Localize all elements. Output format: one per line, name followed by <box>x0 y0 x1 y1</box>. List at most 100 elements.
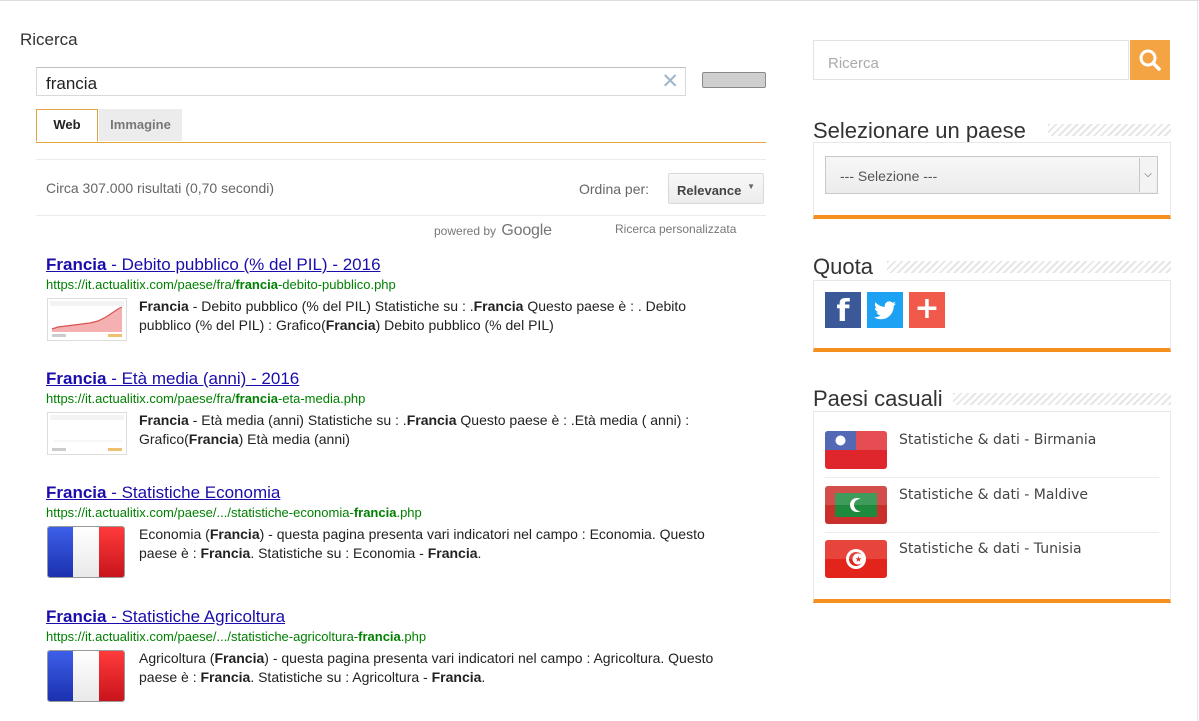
search-input-value[interactable]: francia <box>46 74 97 94</box>
sidebar-search-button[interactable] <box>1130 40 1170 80</box>
result-title-bold[interactable]: Francia <box>46 607 106 626</box>
search-result: Francia - Età media (anni) - 2016 https:… <box>46 369 766 455</box>
powered-by-label: powered by <box>434 224 497 238</box>
snippet-text: - Debito pubblico (% del PIL) Statistich… <box>188 298 474 314</box>
snippet-highlight: Francia <box>209 526 260 542</box>
result-url-part: https://it.actualitix.com/paese/fra/ <box>46 391 236 406</box>
result-snippet: Agricoltura (Francia) - questa pagina pr… <box>139 649 739 687</box>
title-decoration <box>953 393 1171 405</box>
result-snippet: Francia - Debito pubblico (% del PIL) St… <box>139 297 739 335</box>
facebook-icon: f <box>836 294 850 329</box>
result-thumbnail[interactable] <box>47 412 127 460</box>
result-url-bold: francia <box>235 277 278 292</box>
result-thumbnail[interactable] <box>47 526 125 578</box>
snippet-text: . <box>477 545 482 561</box>
title-decoration <box>887 261 1171 273</box>
facebook-share-button[interactable]: f <box>825 292 861 329</box>
more-share-button[interactable]: + <box>909 292 945 328</box>
random-country-label[interactable]: Statistiche & dati - Tunisia <box>899 541 1082 557</box>
result-title-bold[interactable]: Francia <box>46 483 106 502</box>
snippet-text: - Età media (anni) Statistiche su : . <box>188 412 407 428</box>
result-title-link[interactable]: Francia - Statistiche Economia <box>46 483 766 503</box>
result-title-bold[interactable]: Francia <box>46 255 106 274</box>
result-url-part: -debito-pubblico.php <box>277 277 396 292</box>
result-title-text[interactable]: - Debito pubblico (% del PIL) - 2016 <box>106 255 380 274</box>
snippet-highlight: Francia <box>139 298 189 314</box>
snippet-highlight: Francia <box>431 669 482 685</box>
snippet-text: Agricoltura ( <box>139 650 215 666</box>
random-countries-title: Paesi casuali <box>813 386 943 411</box>
snippet-text: Economia ( <box>139 526 210 542</box>
random-country-item[interactable]: Statistiche & dati - Birmania <box>825 430 1159 472</box>
snippet-highlight: Francia <box>200 669 251 685</box>
result-title-link[interactable]: Francia - Età media (anni) - 2016 <box>46 369 766 389</box>
sidebar-search-placeholder: Ricerca <box>828 55 879 72</box>
snippet-highlight: Francia <box>214 650 265 666</box>
share-title: Quota <box>813 254 873 279</box>
result-url-part: -eta-media.php <box>277 391 366 406</box>
search-button[interactable] <box>702 72 766 88</box>
sort-select[interactable]: Relevance ▼ <box>668 173 764 204</box>
divider <box>36 215 766 216</box>
result-url-part: https://it.actualitix.com/paese/.../stat… <box>46 629 359 644</box>
result-url-part: https://it.actualitix.com/paese/fra/ <box>46 277 236 292</box>
clear-icon[interactable]: ✕ <box>661 69 679 94</box>
custom-search-label: Ricerca personalizzata <box>615 222 737 236</box>
snippet-highlight: Francia <box>473 298 524 314</box>
result-title-text[interactable]: - Statistiche Economia <box>106 483 280 502</box>
twitter-icon <box>874 301 896 320</box>
result-url-part: https://it.actualitix.com/paese/.../stat… <box>46 505 354 520</box>
result-title-bold[interactable]: Francia <box>46 369 106 388</box>
page-right-border <box>1197 0 1198 721</box>
random-country-item[interactable]: Statistiche & dati - Maldive <box>825 485 1159 527</box>
snippet-highlight: Francia <box>427 545 478 561</box>
result-thumbnail[interactable] <box>47 298 127 346</box>
tunisia-flag-icon <box>825 540 887 578</box>
snippet-highlight: Francia <box>200 545 251 561</box>
chart-thumbnail-icon <box>47 298 127 341</box>
divider <box>825 532 1159 533</box>
snippet-highlight: Francia <box>325 317 376 333</box>
select-country-title: Selezionare un paese <box>813 118 1026 143</box>
result-url: https://it.actualitix.com/paese/.../stat… <box>46 629 766 644</box>
sidebar-search-input[interactable]: Ricerca <box>813 40 1129 80</box>
result-url-part: .php <box>400 629 427 644</box>
result-title-text[interactable]: - Statistiche Agricoltura <box>106 607 285 626</box>
snippet-text: . Statistiche su : Economia - <box>250 545 428 561</box>
search-result: Francia - Statistiche Agricoltura https:… <box>46 607 766 702</box>
chevron-down-icon: ▼ <box>747 182 755 191</box>
random-country-label[interactable]: Statistiche & dati - Birmania <box>899 432 1096 448</box>
france-flag-icon <box>47 526 125 578</box>
chevron-down-icon: ⌵ <box>1139 158 1156 192</box>
result-url-bold: francia <box>358 629 401 644</box>
result-url-part: .php <box>396 505 422 520</box>
random-country-label[interactable]: Statistiche & dati - Maldive <box>899 487 1088 503</box>
result-title-text[interactable]: - Età media (anni) - 2016 <box>106 369 299 388</box>
tabs-underline <box>36 142 766 143</box>
search-icon <box>1139 49 1161 71</box>
tab-web[interactable]: Web <box>36 109 98 143</box>
result-title-link[interactable]: Francia - Statistiche Agricoltura <box>46 607 766 627</box>
search-result: Francia - Statistiche Economia https://i… <box>46 483 766 578</box>
result-thumbnail[interactable] <box>47 650 125 702</box>
snippet-highlight: Francia <box>406 412 457 428</box>
sort-select-value: Relevance <box>677 183 742 198</box>
result-url-bold: francia <box>235 391 278 406</box>
title-decoration <box>1048 124 1171 136</box>
page-title: Ricerca <box>20 30 78 49</box>
snippet-highlight: Francia <box>188 431 239 447</box>
twitter-share-button[interactable] <box>867 292 903 328</box>
result-snippet: Economia (Francia) - questa pagina prese… <box>139 525 739 563</box>
snippet-text: . <box>481 669 486 685</box>
results-count: Circa 307.000 risultati (0,70 secondi) <box>46 180 275 196</box>
result-url: https://it.actualitix.com/paese/fra/fran… <box>46 391 766 406</box>
country-select[interactable]: --- Selezione --- ⌵ <box>825 156 1158 194</box>
search-input[interactable]: francia ✕ <box>36 67 686 96</box>
search-result: Francia - Debito pubblico (% del PIL) - … <box>46 255 766 341</box>
random-country-item[interactable]: Statistiche & dati - Tunisia <box>825 539 1159 581</box>
snippet-text: ) Debito pubblico (% del PIL) <box>375 317 554 333</box>
plus-icon: + <box>914 291 940 326</box>
result-title-link[interactable]: Francia - Debito pubblico (% del PIL) - … <box>46 255 766 275</box>
tab-images[interactable]: Immagine <box>99 109 182 141</box>
google-logo: Google <box>501 222 552 239</box>
